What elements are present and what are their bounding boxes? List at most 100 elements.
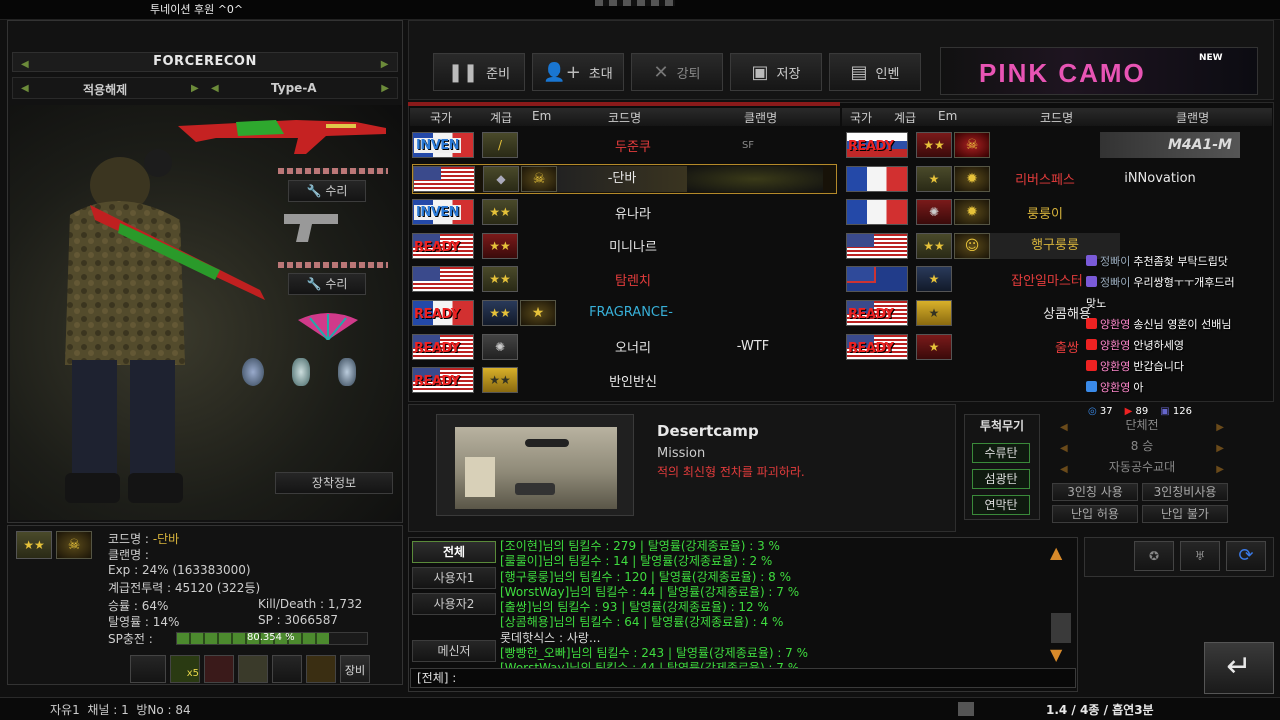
rank-icon: ◆ [483, 165, 519, 192]
release-prev-icon[interactable]: ◀ [21, 83, 29, 94]
twitch-icon [1086, 255, 1097, 266]
equipment-button[interactable]: 장비 [340, 655, 370, 683]
auto-swap-selector[interactable]: ◀ 자동공수교대 ▶ [1056, 459, 1228, 477]
prev-arrow-icon[interactable]: ◀ [21, 56, 29, 74]
map-objective: 적의 최신형 전차를 파괴하라. [657, 465, 805, 479]
player-row[interactable]: INVEN ★★ 유나라 [412, 197, 838, 227]
refresh-icon[interactable]: ⟳ [1226, 541, 1266, 571]
flashbang-icon [292, 358, 310, 386]
ready-button[interactable]: ❚❚ 준비 [433, 53, 525, 91]
type-label: Type-A [271, 81, 317, 95]
exit-room-button[interactable]: ↵ [1204, 642, 1274, 694]
chat-tab-user2[interactable]: 사용자2 [412, 593, 496, 615]
third-person-off-button[interactable]: 3인칭비사용 [1142, 483, 1228, 501]
item-slot-count[interactable]: x5 [170, 655, 200, 683]
flashbang-button[interactable]: 섬광탄 [972, 469, 1030, 489]
youtube-icon [1086, 339, 1097, 350]
class-selector[interactable]: ◀ FORCERECON ▶ [12, 52, 398, 72]
player-row[interactable]: ✺ ✹ 룽룽이 [846, 197, 1266, 227]
wins-selector[interactable]: ◀ 8 승 ▶ [1056, 438, 1228, 456]
save-label: 저장 [776, 66, 801, 82]
item-slot-tools-icon[interactable] [238, 655, 268, 683]
rifle-icon [178, 120, 386, 154]
flag-icon: READY [846, 333, 908, 360]
item-slot-hammer-icon[interactable] [306, 655, 336, 683]
third-person-on-button[interactable]: 3인칭 사용 [1052, 483, 1138, 501]
col-em: Em [938, 109, 958, 123]
scroll-down-icon[interactable]: ▼ [1050, 645, 1062, 664]
throw-weapons-title: 투척무기 [979, 419, 1025, 433]
col-em: Em [532, 109, 552, 123]
melee-slot[interactable] [296, 312, 360, 341]
player-row[interactable]: READY ★★ ★ FRAGRANCE- [412, 298, 838, 328]
escape-rate-text: 탈영률 : 14% [108, 615, 180, 629]
player-row[interactable]: INVEN / 두준쿠 SF [412, 130, 838, 160]
scroll-thumb[interactable] [1051, 613, 1071, 643]
chat-user: 양환영 [1100, 317, 1131, 331]
banner-text: PINK CAMO [979, 58, 1146, 88]
flag-icon [846, 232, 908, 259]
chat-user: 양환영 [1100, 359, 1131, 373]
item-slot-empty-icon[interactable] [272, 655, 302, 683]
type-next-icon[interactable]: ▶ [381, 83, 389, 94]
invite-button[interactable]: 👤+ 초대 [532, 53, 624, 91]
clan-name: iNNovation [1124, 171, 1196, 187]
player-name: 두준쿠 [615, 139, 651, 155]
player-row[interactable]: ★★ 탐렌치 [412, 264, 838, 294]
status-badge: READY [848, 306, 894, 322]
player-row[interactable]: READY ★★ 미니나르 [412, 231, 838, 261]
repair-label: 수리 [325, 277, 348, 291]
rank-icon: ★★ [482, 367, 518, 394]
grenade-slots[interactable] [242, 358, 372, 390]
flag-icon [846, 266, 908, 293]
chat-line: [상콤해용]님의 팀킬수 : 64 | 탈영률(강제종료율) : 4 % [500, 615, 784, 630]
player-name: FRAGRANCE- [589, 305, 673, 321]
clan-shortcut-icon[interactable]: ✪ [1134, 541, 1174, 571]
mode-selector[interactable]: ◀ 단체전 ▶ [1056, 417, 1228, 435]
chat-tab-user1[interactable]: 사용자1 [412, 567, 496, 589]
scroll-up-icon[interactable]: ▲ [1050, 543, 1062, 562]
chat-msg: 아 [1133, 380, 1144, 394]
power-text: 계급전투력 : 45120 (322등) [108, 581, 261, 595]
player-row[interactable]: READY ★★ 반인반신 [412, 365, 838, 395]
type-prev-icon[interactable]: ◀ [211, 83, 219, 94]
release-next-icon[interactable]: ▶ [191, 83, 199, 94]
primary-weapon[interactable] [176, 108, 388, 158]
player-name: -단바 [557, 165, 687, 192]
kick-button[interactable]: ✕ 강퇴 [631, 53, 723, 91]
rank-icon: ★★ [482, 266, 518, 293]
wings-shortcut-icon[interactable]: ♅ [1180, 541, 1220, 571]
col-country: 국가 [430, 111, 453, 125]
item-slot-medic-icon[interactable] [204, 655, 234, 683]
item-slot-gun-icon[interactable] [130, 655, 166, 683]
join-deny-button[interactable]: 난입 불가 [1142, 505, 1228, 523]
chat-input[interactable]: [전체] : [410, 668, 1076, 688]
player-row[interactable]: ★ ✹ 리버스페스 iNNovation [846, 164, 1266, 194]
class-title: FORCERECON [153, 54, 257, 69]
rank-icon: ✺ [482, 333, 518, 360]
chat-tab-messenger[interactable]: 메신저 [412, 640, 496, 662]
player-row-selected[interactable]: ◆ ☠ -단바 [412, 163, 837, 194]
rank-icon: ✺ [916, 199, 952, 226]
player-row[interactable]: READY ✺ 오너리 -WTF [412, 332, 838, 362]
player-row[interactable]: READY ★★ ☠ M4A1-M [846, 130, 1266, 160]
sp-charge-value: 80.354 % [247, 632, 295, 643]
inventory-button[interactable]: ▤ 인벤 [829, 53, 921, 91]
pistol-icon [284, 214, 338, 242]
smoke-button[interactable]: 연막탄 [972, 495, 1030, 515]
chat-tab-all[interactable]: 전체 [412, 541, 496, 563]
equip-info-button[interactable]: 장착정보 [275, 472, 393, 494]
pistol-slot[interactable] [282, 208, 342, 244]
join-allow-button[interactable]: 난입 허용 [1052, 505, 1138, 523]
stream-chat-line: 양환영 안녕하세영 [1086, 334, 1276, 355]
clan-banner: M4A1-M [1100, 132, 1240, 158]
chat-scrollbar[interactable]: ▲ ▼ [1048, 541, 1074, 665]
save-button[interactable]: ▣ 저장 [730, 53, 822, 91]
repair-secondary-button[interactable]: 🔧 수리 [288, 273, 366, 295]
grenade-button[interactable]: 수류탄 [972, 443, 1030, 463]
pink-camo-banner[interactable]: PINK CAMO NEW [940, 47, 1258, 95]
release-button[interactable]: 적용해제 [83, 81, 127, 98]
chat-msg: 송신님 영혼이 선배님 [1133, 317, 1232, 331]
repair-primary-button[interactable]: 🔧 수리 [288, 180, 366, 202]
next-arrow-icon[interactable]: ▶ [381, 56, 389, 74]
